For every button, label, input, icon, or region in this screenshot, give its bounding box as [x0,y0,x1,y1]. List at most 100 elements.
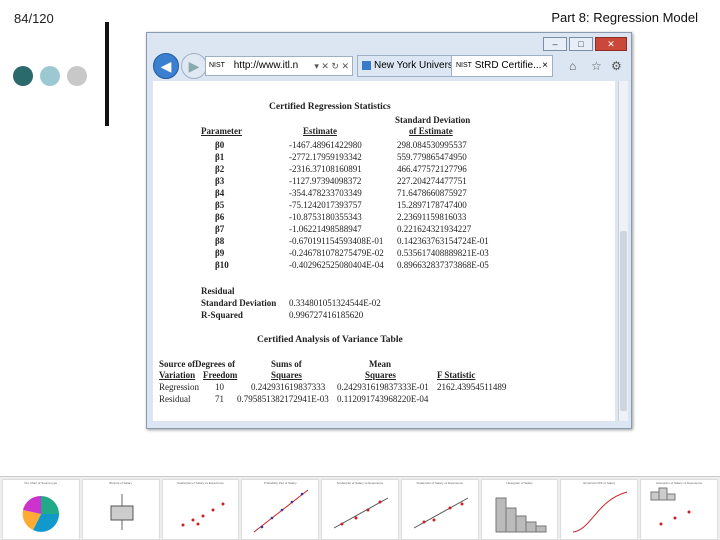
param-sd: 0.142363763154724E-01 [397,236,489,246]
thumbnail-scatter: Scatterplot of Salary vs Experience [161,479,240,540]
thumbnail-title: Scatterplot of Salary vs Experience [336,481,384,485]
page-content: Certified Regression Statistics Paramete… [153,81,615,421]
rsquared-label: R-Squared [201,310,243,320]
address-controls[interactable]: ▾ ✕ ↻ ✕ [314,57,349,75]
anova-df: 10 [215,382,224,392]
anova-header-ms2: Squares [365,370,396,380]
anova-header-ss1: Sums of [271,359,302,369]
anova-header-source1: Source of [159,359,196,369]
param-sd: 71.6478660875927 [397,188,467,198]
pie-graphic [22,495,59,532]
param-sd: 0.896632837373868E-05 [397,260,489,270]
vertical-scrollbar[interactable] [618,81,628,421]
param-sd: 466.477572127796 [397,164,467,174]
residual-sd-label: Standard Deviation [201,298,277,308]
tab-label: New York Univers... [374,60,455,71]
param-sd: 0.221624321934227 [397,224,472,234]
section-title-anova: Certified Analysis of Variance Table [257,335,403,345]
scatter-graphic [181,502,225,527]
anova-header-ss2: Squares [271,370,302,380]
param-name: β2 [215,164,225,174]
thumbnail-histogram-scatter: Histogram of Salary vs Experience [640,479,719,540]
rsquared-value: 0.996727416185620 [289,310,364,320]
param-estimate: -2316.37108160891 [289,164,362,174]
param-name: β5 [215,200,225,210]
anova-ss: 0.795851382172941E-03 [237,394,329,404]
thumbnail-boxplot: Boxplot of Salary [81,479,160,540]
probability-graphic [254,489,309,533]
anova-header-df2: Freedom [203,370,238,380]
param-name: β3 [215,176,225,186]
residual-sd-value: 0.334801051324544E-02 [289,298,381,308]
param-estimate: -1127.97394098372 [289,176,362,186]
param-name: β0 [215,140,225,150]
section-title-regression: Certified Regression Statistics [269,102,391,112]
param-name: β9 [215,248,225,258]
maximize-button[interactable]: □ [569,37,593,51]
home-icon[interactable]: ⌂ [569,59,576,73]
anova-ms: 0.112091743968220E-04 [337,394,429,404]
minimize-button[interactable]: – [543,37,567,51]
header-parameter: Parameter [201,126,242,136]
param-estimate: -75.1242017393757 [289,200,362,210]
ie-page-icon [362,60,371,70]
param-estimate: -1467.48961422980 [289,140,362,150]
thumbnail-histogram: Histogram of Salary [480,479,559,540]
browser-window: – □ ✕ ◀ ▶ NIST http://www.itl.n ▾ ✕ ↻ ✕ … [146,32,632,429]
param-sd: 2.23691159816033 [397,212,467,222]
tab-nyu[interactable]: New York Univers... [357,55,455,77]
param-estimate: -2772.17959193342 [289,152,362,162]
thumbnail-title: Probability Plot of Salary [263,481,297,485]
param-name: β6 [215,212,225,222]
thumbnail-title: Histogram of Salary vs Experience [656,481,703,485]
nist-favicon: NIST [456,62,472,69]
tab-close-icon[interactable]: × [542,56,548,76]
anova-header-source2: Variation [159,370,196,380]
nist-favicon: NIST [209,62,225,69]
settings-gear-icon[interactable]: ⚙ [611,59,622,73]
scatter-graphic [413,497,469,529]
thumbnail-title: Pie Chart of Source type [24,481,58,485]
param-estimate: -1.06221498588947 [289,224,362,234]
favorites-star-icon[interactable]: ☆ [591,59,602,73]
dot-gray [67,66,87,86]
param-estimate: -0.246781078275479E-02 [289,248,384,258]
param-name: β10 [215,260,229,270]
slide-title: Part 8: Regression Model [551,10,698,25]
scroll-thumb[interactable] [620,231,627,411]
tab-label: StRD Certifie... [474,60,542,71]
param-name: β4 [215,188,225,198]
ecdf-graphic [573,491,628,533]
anova-f: 2162.43954511489 [437,382,507,392]
anova-header-df1: Degrees of [195,359,236,369]
residual-label: Residual [201,286,235,296]
thumbnail-title: Scatterplot of Salary vs Experience [416,481,464,485]
param-sd: 559.779865474950 [397,152,467,162]
decorative-dots [13,66,87,86]
anova-source: Residual [159,394,191,404]
thumbnail-title: Scatterplot of Salary vs Experience [177,481,224,485]
thumbnail-ecdf: Empirical CDF of Salary [560,479,639,540]
anova-ss: 0.242931619837333 [251,382,326,392]
param-estimate: -10.8753180355343 [289,212,362,222]
histogram-scatter-graphic [650,487,691,526]
thumbnail-probability-plot: Probability Plot of Salary [241,479,320,540]
address-bar[interactable]: NIST http://www.itl.n ▾ ✕ ↻ ✕ [205,56,353,76]
anova-source: Regression [159,382,199,392]
close-button[interactable]: ✕ [595,37,627,51]
thumbnail-title: Histogram of Salary [506,481,533,485]
thumbnail-strip: Pie Chart of Source type Boxplot of Sala… [0,476,720,540]
header-sd-line2: of Estimate [409,126,453,136]
back-button[interactable]: ◀ [153,53,179,79]
tab-strd[interactable]: NIST StRD Certifie... × [451,55,553,77]
forward-button[interactable]: ▶ [181,53,207,79]
scatter-graphic [333,497,389,529]
anova-header-f: F Statistic [437,370,476,380]
thumbnail-pie-chart: Pie Chart of Source type [2,479,80,540]
param-estimate: -0.670191154593408E-01 [289,236,384,246]
thumbnail-title: Empirical CDF of Salary [583,481,616,485]
param-name: β1 [215,152,225,162]
param-sd: 15.2897178747400 [397,200,467,210]
dot-light-teal [40,66,60,86]
thumbnail-scatter: Scatterplot of Salary vs Experience [400,479,479,540]
